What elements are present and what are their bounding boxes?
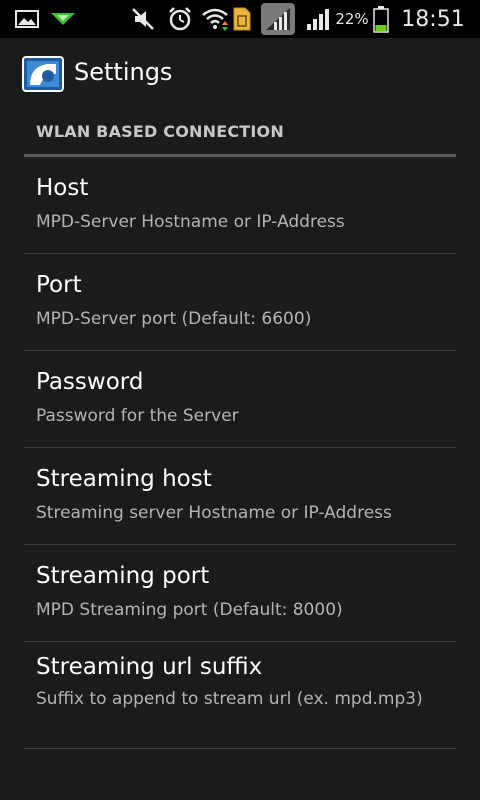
preference-host[interactable]: Host MPD-Server Hostname or IP-Address	[24, 157, 456, 254]
preference-title: Streaming host	[36, 466, 212, 492]
preference-port[interactable]: Port MPD-Server port (Default: 6600)	[24, 254, 456, 351]
preference-streaming-host[interactable]: Streaming host Streaming server Hostname…	[24, 448, 456, 545]
preference-title: Streaming port	[36, 563, 210, 589]
notification-icon	[48, 0, 78, 38]
preference-list: Host MPD-Server Hostname or IP-Address P…	[24, 157, 456, 749]
action-bar	[0, 38, 480, 110]
category-header: WLAN BASED CONNECTION	[36, 122, 284, 141]
preference-summary: Suffix to append to stream url (ex. mpd.…	[36, 689, 423, 709]
wifi-icon	[200, 0, 230, 38]
signal-icon	[304, 0, 332, 38]
preference-streaming-port[interactable]: Streaming port MPD Streaming port (Defau…	[24, 545, 456, 642]
preference-summary: MPD Streaming port (Default: 8000)	[36, 600, 343, 620]
preference-summary: Streaming server Hostname or IP-Address	[36, 503, 392, 523]
preference-summary: MPD-Server Hostname or IP-Address	[36, 212, 345, 232]
battery-icon	[372, 0, 390, 38]
preference-summary: Password for the Server	[36, 406, 239, 426]
preference-streaming-url-suffix[interactable]: Streaming url suffix Suffix to append to…	[24, 642, 456, 749]
gallery-icon	[14, 0, 40, 38]
signal-icon	[260, 0, 296, 38]
preference-password[interactable]: Password Password for the Server	[24, 351, 456, 448]
preference-summary: MPD-Server port (Default: 6600)	[36, 309, 312, 329]
mute-icon	[130, 0, 156, 38]
battery-percent: 22%	[335, 10, 369, 28]
sim-icon	[231, 0, 253, 38]
alarm-icon	[166, 0, 194, 38]
page-title: Settings	[74, 58, 173, 86]
app-icon[interactable]	[22, 56, 64, 92]
status-time: 18:51	[401, 6, 465, 32]
status-bar: 22% 18:51	[0, 0, 480, 38]
preference-title: Host	[36, 175, 89, 201]
preference-title: Streaming url suffix	[36, 654, 263, 680]
preference-title: Port	[36, 272, 82, 298]
preference-title: Password	[36, 369, 144, 395]
